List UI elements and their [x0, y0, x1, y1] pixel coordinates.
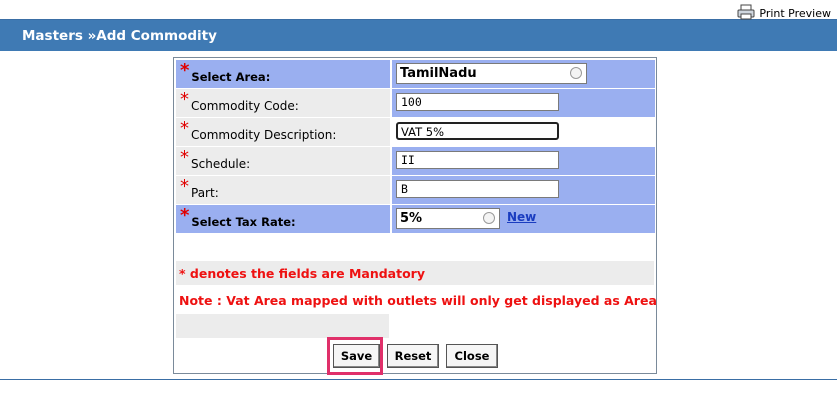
commodity-code-input[interactable]: 100 [396, 93, 559, 111]
mandatory-note: * denotes the fields are Mandatory [176, 261, 654, 285]
part-input[interactable]: B [396, 180, 559, 198]
part-field-cell: B [392, 176, 655, 204]
commodity-description-label: * Commodity Description: [176, 118, 390, 146]
reset-button[interactable]: Reset [387, 344, 439, 368]
page-header: Masters »Add Commodity [0, 20, 837, 51]
required-marker: * [180, 147, 189, 168]
new-tax-rate-link[interactable]: New [507, 210, 536, 224]
commodity-code-field-cell: 100 [392, 89, 655, 117]
print-preview-link[interactable]: Print Preview [737, 0, 831, 20]
schedule-input[interactable]: II [396, 151, 559, 169]
print-preview-label: Print Preview [759, 7, 831, 20]
page-title: Masters »Add Commodity [22, 27, 217, 44]
commodity-description-field-cell: VAT 5% [392, 118, 655, 146]
dropdown-knob-icon[interactable] [570, 67, 582, 79]
select-tax-rate-field-cell: 5% New [392, 205, 655, 233]
select-area-field-cell: TamilNadu [392, 60, 655, 88]
save-button-highlight [327, 337, 383, 375]
required-marker: * [180, 205, 190, 226]
select-tax-rate-label: * Select Tax Rate: [176, 205, 390, 233]
required-marker: * [180, 89, 189, 110]
required-marker: * [180, 176, 189, 197]
required-marker: * [180, 118, 189, 139]
part-label: * Part: [176, 176, 390, 204]
schedule-field-cell: II [392, 147, 655, 175]
required-marker: * [180, 60, 190, 81]
commodity-description-input[interactable]: VAT 5% [396, 122, 559, 140]
close-button[interactable]: Close [446, 344, 498, 368]
dropdown-knob-icon[interactable] [483, 212, 495, 224]
bottom-rule [0, 379, 837, 380]
select-area-label: * Select Area: [176, 60, 390, 88]
commodity-code-label: * Commodity Code: [176, 89, 390, 117]
vat-area-note: Note : Vat Area mapped with outlets will… [179, 292, 657, 308]
printer-icon [737, 4, 755, 20]
blank-cell [176, 314, 389, 338]
select-tax-rate-combobox[interactable]: 5% [396, 208, 500, 229]
select-area-combobox[interactable]: TamilNadu [396, 63, 587, 84]
schedule-label: * Schedule: [176, 147, 390, 175]
commodity-form: * Select Area: TamilNadu * Commodity Cod… [173, 57, 657, 374]
